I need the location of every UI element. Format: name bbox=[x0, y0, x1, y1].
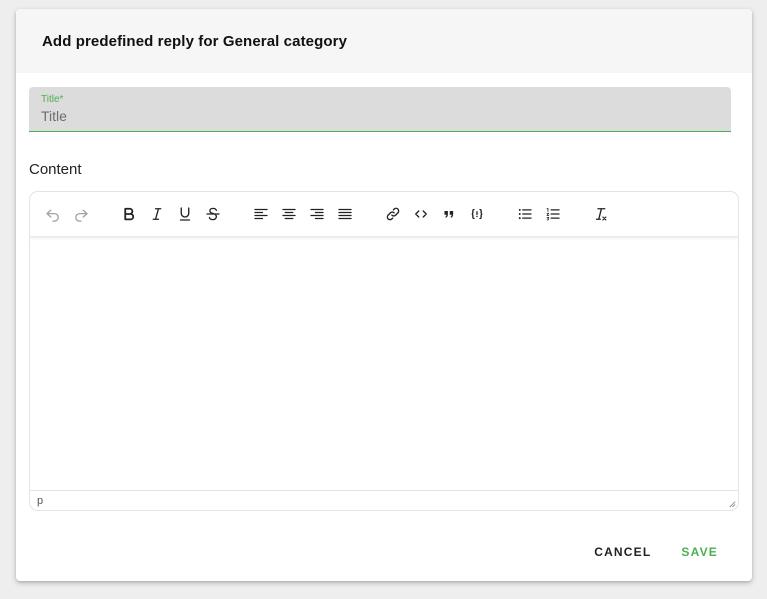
bold-icon bbox=[124, 207, 135, 221]
title-field[interactable]: Title* bbox=[29, 87, 731, 132]
bold-button[interactable] bbox=[115, 200, 143, 228]
link-button[interactable] bbox=[379, 200, 407, 228]
numbered-list-button[interactable] bbox=[539, 200, 567, 228]
save-button[interactable]: SAVE bbox=[673, 537, 726, 567]
clear-formatting-button[interactable] bbox=[587, 200, 615, 228]
align-right-icon bbox=[310, 208, 324, 220]
undo-icon bbox=[46, 209, 59, 222]
editor-toolbar bbox=[30, 192, 738, 236]
code-button[interactable] bbox=[407, 200, 435, 228]
title-input[interactable] bbox=[41, 107, 711, 125]
align-left-button[interactable] bbox=[247, 200, 275, 228]
italic-icon bbox=[152, 208, 162, 220]
element-path[interactable]: p bbox=[37, 495, 43, 507]
resize-handle-icon[interactable] bbox=[727, 499, 736, 508]
code-icon bbox=[415, 210, 427, 218]
redo-icon bbox=[75, 209, 88, 222]
blockquote-icon bbox=[444, 211, 454, 218]
dialog-actions: CANCEL SAVE bbox=[586, 537, 726, 567]
align-justify-icon bbox=[338, 208, 352, 220]
link-icon bbox=[386, 207, 400, 221]
align-center-button[interactable] bbox=[275, 200, 303, 228]
blockquote-button[interactable] bbox=[435, 200, 463, 228]
predefined-reply-dialog: Add predefined reply for General categor… bbox=[16, 9, 752, 581]
editor-statusbar: p bbox=[30, 490, 738, 510]
align-right-button[interactable] bbox=[303, 200, 331, 228]
undo-button[interactable] bbox=[39, 200, 67, 228]
italic-button[interactable] bbox=[143, 200, 171, 228]
underline-button[interactable] bbox=[171, 200, 199, 228]
editor-content-area[interactable] bbox=[30, 236, 738, 491]
code-sample-icon bbox=[471, 208, 483, 220]
title-field-label: Title* bbox=[41, 94, 64, 105]
dialog-header: Add predefined reply for General categor… bbox=[16, 9, 752, 73]
content-label: Content bbox=[29, 161, 82, 178]
align-center-icon bbox=[282, 208, 296, 220]
bullet-list-icon bbox=[518, 208, 532, 220]
clear-formatting-icon bbox=[595, 208, 607, 221]
strikethrough-icon bbox=[206, 207, 220, 221]
code-sample-button[interactable] bbox=[463, 200, 491, 228]
cancel-button[interactable]: CANCEL bbox=[586, 537, 659, 567]
rich-text-editor: p bbox=[29, 191, 739, 511]
bullet-list-button[interactable] bbox=[511, 200, 539, 228]
redo-button[interactable] bbox=[67, 200, 95, 228]
underline-icon bbox=[179, 207, 191, 221]
strikethrough-button[interactable] bbox=[199, 200, 227, 228]
numbered-list-icon bbox=[546, 207, 560, 221]
align-left-icon bbox=[254, 208, 268, 220]
align-justify-button[interactable] bbox=[331, 200, 359, 228]
dialog-title: Add predefined reply for General categor… bbox=[42, 32, 348, 50]
